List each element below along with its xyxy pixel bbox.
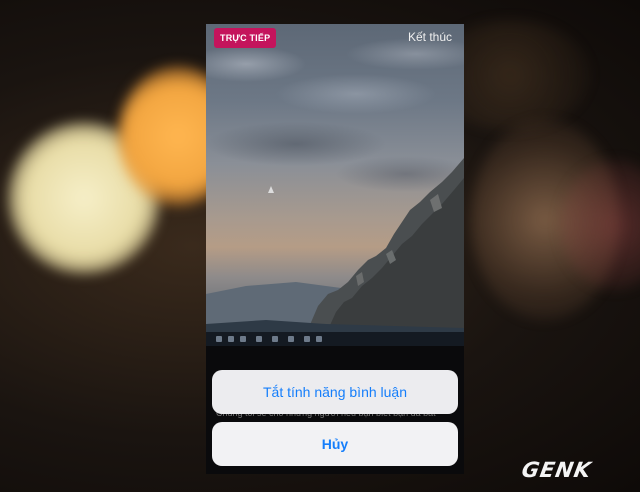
- mouse-cursor-icon: [268, 186, 274, 193]
- cancel-button[interactable]: Hủy: [212, 422, 458, 466]
- taskbar-app-icon: [256, 336, 262, 342]
- end-broadcast-button[interactable]: Kết thúc: [408, 30, 452, 44]
- genk-logo: GENK: [519, 458, 594, 482]
- live-video-feed: [206, 24, 464, 334]
- turn-off-comments-button[interactable]: Tắt tính năng bình luận: [212, 370, 458, 414]
- mountain-cliffs: [206, 158, 464, 334]
- taskbar-app-icon: [316, 336, 322, 342]
- phone-screen: TRỰC TIẾP Kết thúc Chúng tôi sẽ cho nhữn…: [206, 24, 464, 474]
- taskbar-app-icon: [228, 336, 234, 342]
- taskbar-app-icon: [288, 336, 294, 342]
- taskbar-app-icon: [216, 336, 222, 342]
- taskbar-app-icon: [304, 336, 310, 342]
- live-badge: TRỰC TIẾP: [214, 28, 277, 48]
- taskbar-app-icon: [272, 336, 278, 342]
- desktop-taskbar: [206, 332, 464, 346]
- taskbar-app-icon: [240, 336, 246, 342]
